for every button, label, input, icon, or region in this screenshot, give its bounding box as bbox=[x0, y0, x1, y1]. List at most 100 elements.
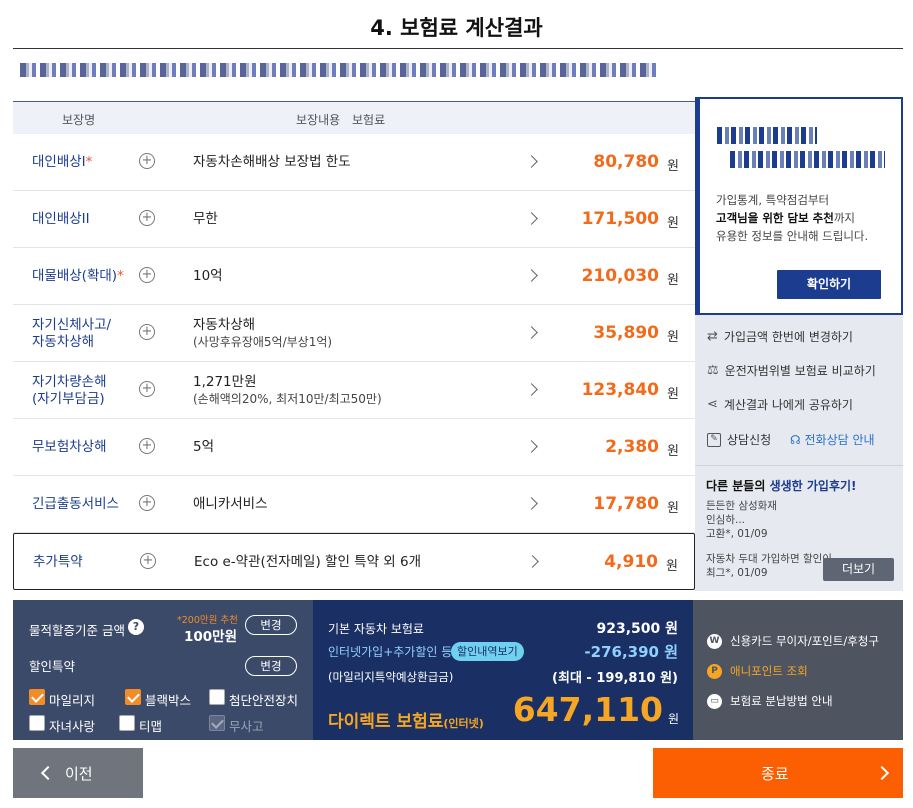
table-row[interactable]: 긴급출동서비스 + 애니카서비스 17,780 원 bbox=[13, 476, 695, 533]
coverage-content: 자동차상해 (사망후유장애5억/부상1억) bbox=[193, 317, 333, 349]
table-row[interactable]: 대인배상I* + 자동차손해배상 보장법 한도 80,780 원 bbox=[13, 134, 695, 191]
base-premium-value: 923,500 원 bbox=[596, 621, 678, 637]
chevron-right-icon bbox=[874, 765, 890, 781]
discount-checkbox[interactable] bbox=[29, 689, 45, 705]
change-property-button[interactable]: 변경 bbox=[245, 615, 297, 635]
discount-checkbox[interactable] bbox=[125, 689, 141, 705]
discount-checkbox[interactable] bbox=[29, 715, 45, 731]
premium-unit: 원 bbox=[666, 559, 678, 574]
discount-checkbox-label: 티맵 bbox=[139, 719, 163, 734]
discount-value: -276,390 원 bbox=[584, 643, 678, 661]
premium-unit: 원 bbox=[667, 159, 679, 174]
promo-heading-graphic bbox=[717, 127, 817, 144]
chevron-right-icon[interactable] bbox=[525, 212, 538, 225]
discount-checkbox bbox=[209, 715, 225, 731]
expand-plus-icon[interactable]: + bbox=[139, 381, 155, 397]
share-result-link[interactable]: ⋖ 계산결과 나에게 공유하기 bbox=[707, 396, 853, 413]
chevron-right-icon[interactable] bbox=[525, 155, 538, 168]
header-coverage: 보장명 bbox=[62, 113, 96, 127]
prev-button[interactable]: 이전 bbox=[13, 748, 143, 798]
premium-unit: 원 bbox=[667, 330, 679, 345]
phone-consult-link[interactable]: ☊ 전화상담 안내 bbox=[790, 431, 875, 448]
final-premium-unit: 원 bbox=[667, 712, 679, 726]
refund-label: (마일리지특약예상환급금) bbox=[328, 670, 454, 684]
coverage-name: 자기차량손해 (자기부담금) bbox=[32, 374, 107, 407]
change-discount-button[interactable]: 변경 bbox=[245, 656, 297, 676]
installment-info-link[interactable]: ▭ 보험료 분납방법 안내 bbox=[707, 693, 833, 709]
premium-unit: 원 bbox=[667, 444, 679, 459]
expand-plus-icon[interactable]: + bbox=[140, 553, 156, 569]
end-button[interactable]: 종료 bbox=[653, 748, 903, 798]
chevron-right-icon[interactable] bbox=[525, 497, 538, 510]
share-icon: ⋖ bbox=[707, 397, 718, 412]
premium-amount: 17,780 bbox=[593, 494, 659, 514]
expand-plus-icon[interactable]: + bbox=[139, 324, 155, 340]
obscured-notice-text bbox=[20, 63, 660, 77]
help-icon[interactable]: ? bbox=[128, 619, 144, 635]
premium-amount: 171,500 bbox=[581, 209, 659, 229]
card-icon: ▭ bbox=[707, 693, 722, 709]
expand-plus-icon[interactable]: + bbox=[139, 495, 155, 511]
credit-card-link[interactable]: W 신용카드 무이자/포인트/후청구 bbox=[707, 633, 879, 649]
premium-amount: 123,840 bbox=[581, 380, 659, 400]
coverage-content: 자동차손해배상 보장법 한도 bbox=[193, 154, 351, 170]
scale-icon: ⚖ bbox=[707, 363, 719, 378]
chevron-right-icon[interactable] bbox=[525, 326, 538, 339]
expand-plus-icon[interactable]: + bbox=[139, 210, 155, 226]
chevron-right-icon[interactable] bbox=[525, 269, 538, 282]
discount-rider-label: 할인특약 bbox=[29, 659, 76, 674]
base-premium-label: 기본 자동차 보험료 bbox=[328, 622, 424, 636]
title-divider bbox=[13, 48, 903, 49]
coverage-content: 무한 bbox=[193, 211, 218, 227]
table-row[interactable]: 자기신체사고/자동차상해 + 자동차상해 (사망후유장애5억/부상1억) 35,8… bbox=[13, 305, 695, 362]
coverage-name: 대인배상I* bbox=[32, 154, 93, 170]
point-icon: P bbox=[707, 663, 722, 679]
premium-unit: 원 bbox=[667, 216, 679, 231]
promo-accent-bar bbox=[695, 97, 700, 315]
anypoint-link[interactable]: P 애니포인트 조회 bbox=[707, 663, 808, 679]
promo-subheading-graphic bbox=[730, 151, 885, 168]
premium-amount: 4,910 bbox=[604, 552, 658, 572]
promo-description: 가입통계, 특약점검부터 고객님을 위한 담보 추천까지 유용한 정보를 안내해… bbox=[716, 193, 869, 243]
consult-request-link[interactable]: ✎ 상담신청 bbox=[707, 431, 771, 448]
chevron-right-icon[interactable] bbox=[525, 383, 538, 396]
expand-plus-icon[interactable]: + bbox=[139, 153, 155, 169]
coverage-name: 무보험차상해 bbox=[32, 439, 107, 455]
header-content: 보장내용 bbox=[296, 113, 341, 127]
chevron-right-icon[interactable] bbox=[526, 555, 539, 568]
chevron-right-icon[interactable] bbox=[525, 440, 538, 453]
premium-amount: 35,890 bbox=[593, 323, 659, 343]
header-premium: 보험료 bbox=[352, 113, 386, 127]
compare-driver-range-link[interactable]: ⚖ 운전자범위별 보험료 비교하기 bbox=[707, 362, 876, 379]
expand-plus-icon[interactable]: + bbox=[139, 438, 155, 454]
discount-checkbox-label: 첨단안전장치 bbox=[229, 693, 299, 708]
table-row[interactable]: 추가특약 + Eco e-약관(전자메일) 할인 특약 외 6개 4,910 원 bbox=[13, 533, 695, 590]
table-header: 보장명 보장내용 보험료 bbox=[13, 102, 695, 134]
table-row[interactable]: 대인배상II + 무한 171,500 원 bbox=[13, 191, 695, 248]
discount-checkbox-label: 자녀사랑 bbox=[49, 719, 96, 734]
reviews-title: 다른 분들의 생생한 가입후기! bbox=[706, 479, 857, 493]
premium-amount: 80,780 bbox=[593, 152, 659, 172]
more-reviews-button[interactable]: 더보기 bbox=[823, 558, 894, 581]
confirm-button[interactable]: 확인하기 bbox=[777, 270, 881, 299]
coverage-name: 대인배상II bbox=[32, 211, 90, 227]
expand-plus-icon[interactable]: + bbox=[139, 267, 155, 283]
table-row[interactable]: 자기차량손해 (자기부담금) + 1,271만원 (손해액의20%, 최저10만/최… bbox=[13, 362, 695, 419]
shuffle-icon: ⇄ bbox=[707, 329, 718, 344]
property-value: 100만원 bbox=[184, 629, 238, 645]
coverage-name: 긴급출동서비스 bbox=[32, 496, 119, 512]
review-item[interactable]: 자동차 두대 가입하면 할인이 최그*, 01/09 bbox=[706, 552, 832, 580]
coverage-name: 추가특약 bbox=[33, 554, 83, 570]
discount-checkbox[interactable] bbox=[119, 715, 135, 731]
discount-details-button[interactable]: 할인내역보기 bbox=[451, 642, 524, 661]
review-item[interactable]: 든든한 삼성화재 인심하... 고환*, 01/09 bbox=[706, 499, 777, 541]
table-row[interactable]: 무보험차상해 + 5억 2,380 원 bbox=[13, 419, 695, 476]
coverage-content: Eco e-약관(전자메일) 할인 특약 외 6개 bbox=[194, 554, 422, 570]
discount-checkbox[interactable] bbox=[209, 689, 225, 705]
final-premium-label: 다이렉트 보험료(인터넷) bbox=[328, 712, 484, 732]
table-row[interactable]: 대물배상(확대)* + 10억 210,030 원 bbox=[13, 248, 695, 305]
change-amount-link[interactable]: ⇄ 가입금액 한번에 변경하기 bbox=[707, 328, 853, 345]
discount-checkbox-label: 블랙박스 bbox=[145, 693, 192, 708]
coverage-name: 자기신체사고/자동차상해 bbox=[32, 317, 112, 350]
coverage-content: 5억 bbox=[193, 439, 215, 455]
